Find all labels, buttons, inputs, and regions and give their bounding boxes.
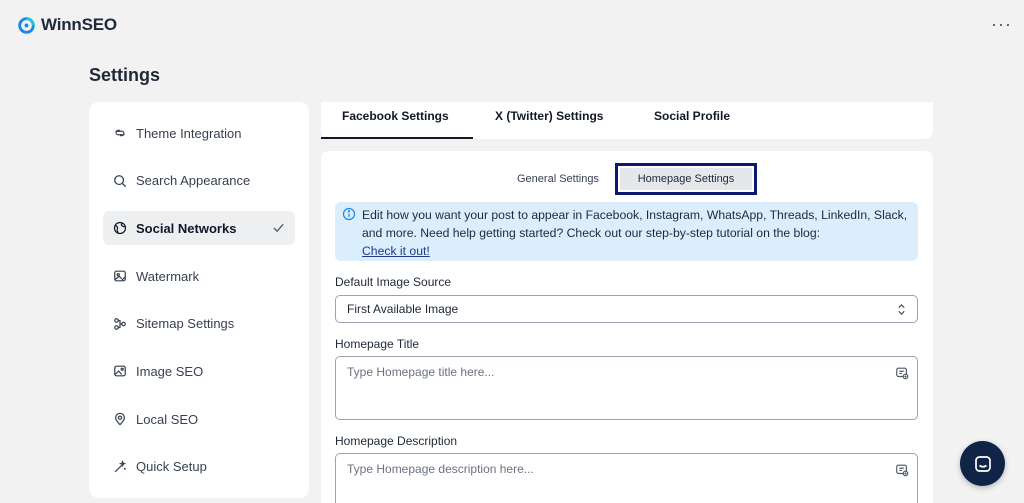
app-title: WinnSEO — [41, 15, 117, 34]
subtab-general-settings[interactable]: General Settings — [517, 173, 599, 185]
info-text: Edit how you want your post to appear in… — [362, 208, 908, 240]
more-options-icon[interactable]: ··· — [991, 14, 1012, 35]
homepage-title-label: Homepage Title — [335, 337, 420, 351]
sidebar-item-search-appearance[interactable]: Search Appearance — [103, 164, 295, 198]
sidebar-item-watermark[interactable]: Watermark — [103, 259, 295, 293]
social-tabs: Facebook Settings X (Twitter) Settings S… — [321, 102, 933, 139]
image-watermark-icon — [114, 270, 126, 282]
sidebar-item-label: Watermark — [136, 268, 200, 284]
chat-support-button[interactable] — [960, 441, 1005, 486]
search-icon — [114, 174, 127, 187]
insert-variable-icon[interactable] — [895, 463, 909, 477]
homepage-title-input[interactable]: Type Homepage title here... — [335, 356, 918, 420]
homepage-description-input[interactable]: Type Homepage description here... — [335, 453, 918, 503]
sidebar-item-label: Theme Integration — [136, 125, 242, 141]
image-source-select[interactable]: First Available Image — [335, 295, 918, 323]
info-banner: Edit how you want your post to appear in… — [335, 202, 918, 261]
sidebar-item-local-seo[interactable]: Local SEO — [103, 402, 295, 436]
chat-icon — [974, 455, 991, 472]
chevron-up-down-icon — [898, 304, 905, 315]
image-source-value: First Available Image — [347, 302, 459, 316]
sidebar-item-theme-integration[interactable]: Theme Integration — [103, 116, 295, 150]
settings-panel: General Settings Homepage Settings Edit … — [321, 151, 933, 503]
app-logo[interactable]: WinnSEO — [18, 15, 117, 35]
image-source-label: Default Image Source — [335, 275, 452, 289]
sidebar-item-label: Sitemap Settings — [136, 316, 235, 332]
homepage-description-placeholder: Type Homepage description here... — [347, 462, 534, 476]
sidebar-item-label: Search Appearance — [136, 173, 251, 189]
settings-sidebar: Theme Integration Search Appearance Soci… — [89, 102, 309, 498]
winnseo-logo-icon — [18, 16, 35, 34]
location-pin-icon — [115, 412, 125, 426]
top-bar: WinnSEO ··· — [0, 0, 1024, 50]
subtab-homepage-settings[interactable]: Homepage Settings — [615, 163, 757, 195]
info-icon — [342, 207, 356, 221]
sidebar-item-quick-setup[interactable]: Quick Setup — [103, 450, 295, 484]
page-title: Settings — [89, 65, 161, 85]
tab-twitter-settings[interactable]: X (Twitter) Settings — [495, 109, 603, 123]
tab-facebook-settings[interactable]: Facebook Settings — [342, 109, 449, 123]
magic-wand-icon — [114, 459, 127, 473]
tab-social-profile[interactable]: Social Profile — [654, 109, 730, 123]
sidebar-item-image-seo[interactable]: Image SEO — [103, 354, 295, 388]
sidebar-item-social-networks[interactable]: Social Networks — [103, 211, 295, 246]
theme-integration-icon — [115, 129, 125, 137]
insert-variable-icon[interactable] — [895, 366, 909, 380]
sidebar-item-label: Quick Setup — [136, 459, 207, 475]
tutorial-link[interactable]: Check it out! — [362, 242, 430, 260]
sidebar-item-label: Local SEO — [136, 411, 199, 427]
homepage-title-placeholder: Type Homepage title here... — [347, 365, 495, 379]
sidebar-item-label: Image SEO — [136, 363, 204, 379]
globe-icon — [113, 222, 127, 235]
homepage-description-label: Homepage Description — [335, 434, 458, 448]
subtab-homepage-label: Homepage Settings — [620, 168, 752, 190]
image-icon — [114, 366, 126, 377]
sidebar-item-label: Social Networks — [136, 220, 237, 236]
sitemap-icon — [114, 317, 126, 330]
sidebar-item-sitemap-settings[interactable]: Sitemap Settings — [103, 307, 295, 341]
active-tab-indicator — [321, 137, 473, 139]
checkmark-icon — [273, 224, 284, 233]
